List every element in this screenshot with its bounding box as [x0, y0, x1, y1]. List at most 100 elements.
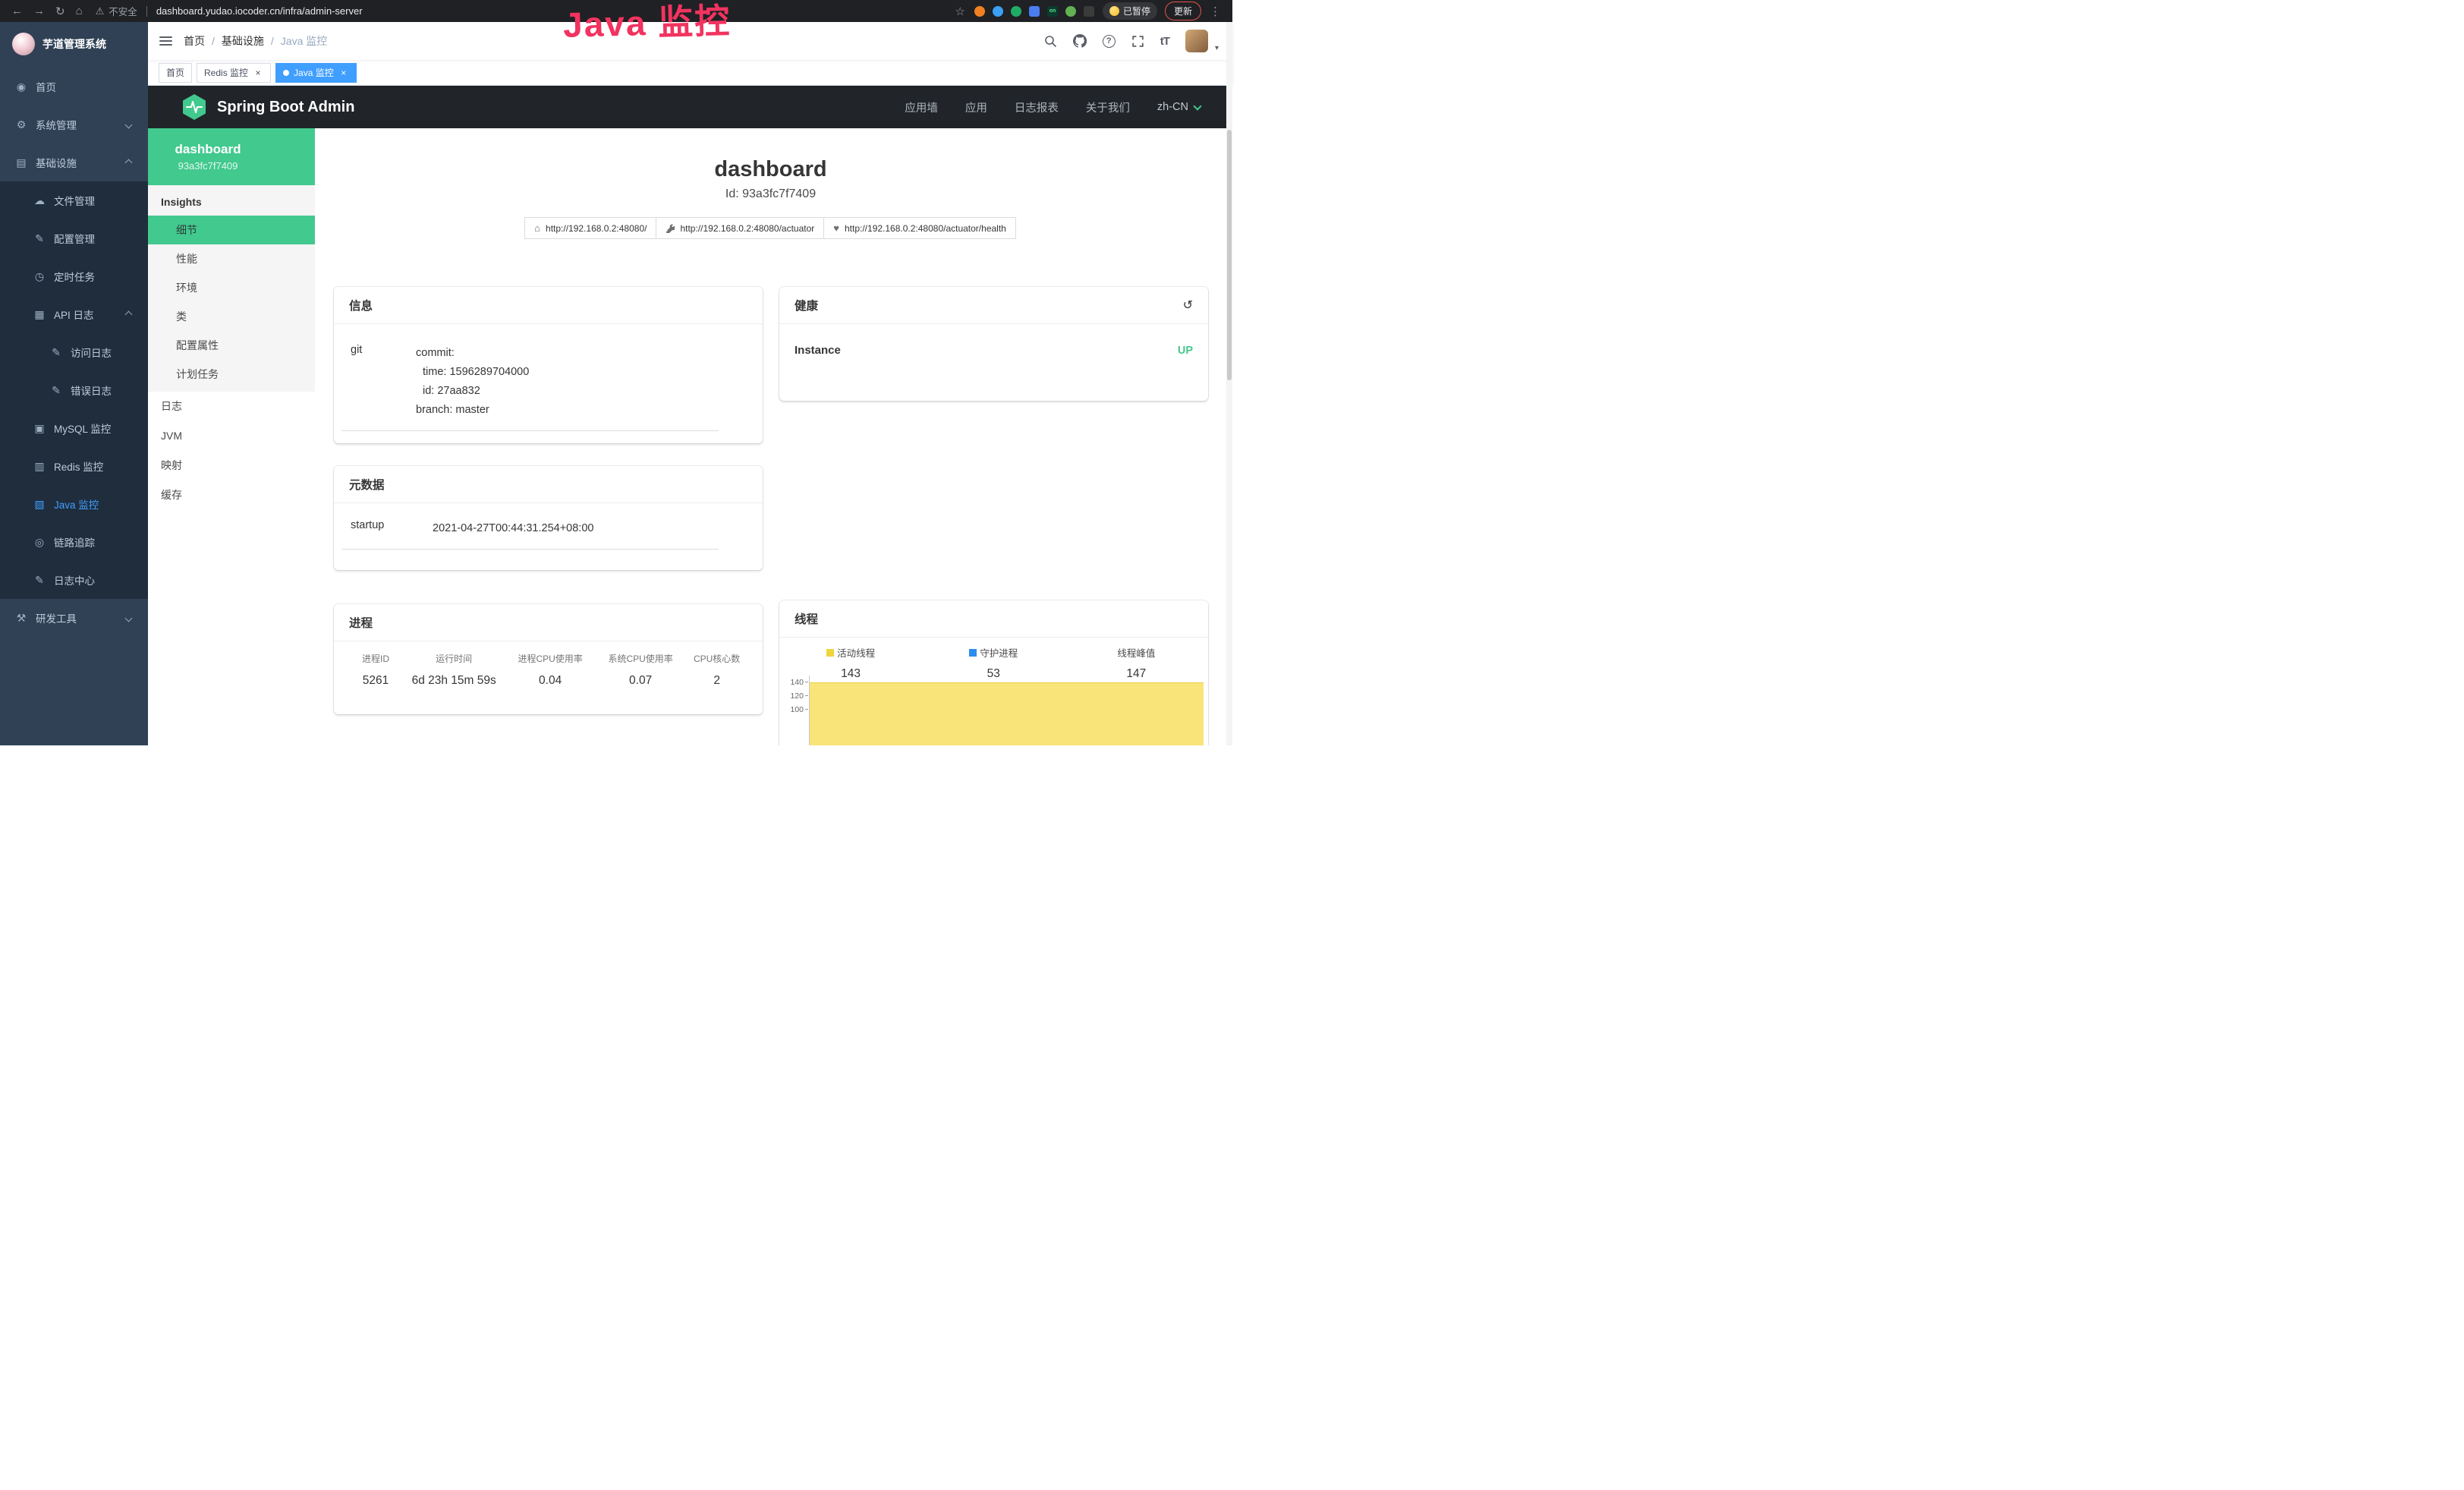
sba-language-select[interactable]: zh-CN — [1157, 101, 1201, 113]
fullscreen-icon[interactable] — [1131, 35, 1144, 48]
insights-item-classes[interactable]: 类 — [148, 302, 315, 331]
extension-icon-2[interactable] — [993, 6, 1003, 17]
insights-item-details[interactable]: 细节 — [148, 216, 315, 244]
close-icon[interactable]: × — [338, 68, 349, 78]
extension-icon-3[interactable] — [1011, 6, 1021, 17]
help-icon[interactable]: ? — [1103, 35, 1116, 48]
browser-back-icon[interactable]: ← — [11, 5, 23, 17]
breadcrumb-separator: / — [271, 35, 274, 47]
active-dot-icon — [283, 70, 289, 76]
github-icon[interactable] — [1073, 34, 1087, 48]
tag-java-monitor[interactable]: Java 监控 × — [275, 63, 357, 83]
sidebar-menu: ◉ 首页 ⚙ 系统管理 ▤ 基础设施 ☁ 文件管理 ✎ 配置管理 — [0, 68, 148, 745]
sba-nav-wallboard[interactable]: 应用墙 — [905, 99, 938, 115]
sidebar-item-mappings[interactable]: 映射 — [148, 451, 315, 480]
breadcrumb-infrastructure[interactable]: 基础设施 — [222, 33, 264, 49]
breadcrumb-home[interactable]: 首页 — [184, 33, 205, 49]
sba-nav-about[interactable]: 关于我们 — [1086, 99, 1130, 115]
log-icon: ✎ — [50, 346, 62, 359]
sidebar-item-access-logs[interactable]: ✎ 访问日志 — [0, 333, 148, 371]
browser-reload-icon[interactable]: ↻ — [55, 5, 65, 18]
daemon-threads-swatch-icon — [969, 649, 977, 657]
java-monitor-icon: ▧ — [33, 498, 46, 511]
avatar-caret-icon: ▾ — [1215, 44, 1219, 52]
sba-brand-title[interactable]: Spring Boot Admin — [217, 99, 354, 116]
cards-grid: 信息 git commit: time: 1596289704000 id: 2… — [315, 287, 1226, 745]
metadata-card: 元数据 startup 2021-04-27T00:44:31.254+08:0… — [334, 466, 763, 570]
chevron-up-icon — [125, 159, 133, 166]
sba-logo-icon[interactable] — [181, 93, 207, 121]
page-scrollbar[interactable] — [1226, 22, 1232, 745]
insights-item-environment[interactable]: 环境 — [148, 273, 315, 302]
extension-icon-1[interactable] — [974, 6, 985, 17]
extension-icon-5[interactable] — [1065, 6, 1076, 17]
sidebar-item-dev-tools[interactable]: ⚒ 研发工具 — [0, 599, 148, 637]
bookmark-star-icon[interactable]: ☆ — [955, 5, 965, 18]
sidebar-item-infrastructure[interactable]: ▤ 基础设施 — [0, 143, 148, 181]
sidebar-item-jvm[interactable]: JVM — [148, 421, 315, 451]
scrollbar-thumb[interactable] — [1227, 130, 1232, 380]
sidebar-item-label: 研发工具 — [36, 610, 77, 625]
font-size-icon[interactable]: tT — [1160, 35, 1169, 48]
health-url-link[interactable]: ♥ http://192.168.0.2:48080/actuator/heal… — [823, 217, 1016, 239]
tag-home[interactable]: 首页 — [159, 63, 192, 83]
tag-redis-monitor[interactable]: Redis 监控 × — [197, 63, 271, 83]
browser-home-icon[interactable]: ⌂ — [76, 5, 83, 17]
admin-sidebar: 芋道管理系统 ◉ 首页 ⚙ 系统管理 ▤ 基础设施 ☁ 文件管理 ✎ — [0, 22, 148, 745]
sidebar-item-label: 定时任务 — [54, 269, 95, 284]
topbar-actions: ? tT ▾ — [1044, 30, 1219, 52]
sba-nav-journal[interactable]: 日志报表 — [1015, 99, 1059, 115]
sidebar-item-mysql-monitor[interactable]: ▣ MySQL 监控 — [0, 409, 148, 447]
extension-icon-on[interactable]: on — [1047, 6, 1058, 17]
sidebar-item-config-mgmt[interactable]: ✎ 配置管理 — [0, 219, 148, 257]
sidebar-item-redis-monitor[interactable]: ▥ Redis 监控 — [0, 447, 148, 485]
sidebar-item-logs[interactable]: 日志 — [148, 392, 315, 421]
service-url-link[interactable]: ⌂ http://192.168.0.2:48080/ — [524, 217, 656, 239]
instance-id: 93a3fc7f7409 — [178, 160, 238, 172]
user-avatar[interactable] — [1185, 30, 1208, 52]
git-info-row: git commit: time: 1596289704000 id: 27aa… — [341, 324, 719, 431]
sidebar-item-error-logs[interactable]: ✎ 错误日志 — [0, 371, 148, 409]
extension-icon-pin[interactable] — [1084, 6, 1094, 17]
hamburger-icon[interactable] — [159, 36, 172, 46]
annotation-java-monitor: Java 监控 — [562, 0, 732, 48]
insights-group: Insights 细节 性能 环境 类 配置属性 计划任务 — [148, 185, 315, 392]
chevron-down-icon — [1193, 102, 1201, 110]
sidebar-item-system-mgmt[interactable]: ⚙ 系统管理 — [0, 106, 148, 143]
gear-icon: ⚙ — [15, 118, 27, 131]
security-label: 不安全 — [109, 4, 137, 18]
close-icon[interactable]: × — [253, 68, 263, 78]
sidebar-item-home[interactable]: ◉ 首页 — [0, 68, 148, 106]
y-axis-tick-120: 120 — [779, 691, 804, 701]
security-indicator[interactable]: ⚠ 不安全 dashboard.yudao.iocoder.cn/infra/a… — [96, 4, 363, 18]
y-axis-tick-140: 140 — [779, 678, 804, 687]
chrome-update-button[interactable]: 更新 — [1165, 2, 1201, 20]
browser-menu-dots-icon[interactable]: ⋮ — [1210, 5, 1221, 18]
paused-badge[interactable]: 已暂停 — [1103, 2, 1157, 20]
sidebar-item-api-logs[interactable]: ▦ API 日志 — [0, 295, 148, 333]
sidebar-logo-row[interactable]: 芋道管理系统 — [0, 22, 148, 66]
sidebar-item-scheduled-tasks[interactable]: ◷ 定时任务 — [0, 257, 148, 295]
sidebar-item-label: 文件管理 — [54, 193, 95, 208]
browser-forward-icon[interactable]: → — [33, 5, 45, 17]
monitor-icon: ▤ — [15, 156, 27, 169]
sidebar-item-log-center[interactable]: ✎ 日志中心 — [0, 561, 148, 599]
extension-icon-4[interactable] — [1029, 6, 1040, 17]
sidebar-item-trace[interactable]: ◎ 链路追踪 — [0, 523, 148, 561]
sidebar-item-java-monitor[interactable]: ▧ Java 监控 — [0, 485, 148, 523]
live-threads-label: 活动线程 — [837, 645, 875, 660]
health-instance-row[interactable]: Instance UP — [795, 344, 1193, 357]
instance-header[interactable]: dashboard 93a3fc7f7409 — [148, 128, 315, 185]
sba-nav-applications[interactable]: 应用 — [965, 99, 987, 115]
history-icon[interactable]: ↺ — [1183, 298, 1193, 313]
sidebar-item-file-mgmt[interactable]: ☁ 文件管理 — [0, 181, 148, 219]
insights-item-scheduled-tasks[interactable]: 计划任务 — [148, 360, 315, 389]
insights-item-metrics[interactable]: 性能 — [148, 244, 315, 273]
health-card: 健康 ↺ Instance UP — [779, 287, 1208, 401]
actuator-url-link[interactable]: http://192.168.0.2:48080/actuator — [656, 217, 824, 239]
address-bar-url[interactable]: dashboard.yudao.iocoder.cn/infra/admin-s… — [156, 5, 363, 17]
insights-item-config-props[interactable]: 配置属性 — [148, 331, 315, 360]
search-icon[interactable] — [1044, 35, 1057, 48]
instance-name: dashboard — [175, 142, 241, 157]
sidebar-item-caches[interactable]: 缓存 — [148, 480, 315, 510]
